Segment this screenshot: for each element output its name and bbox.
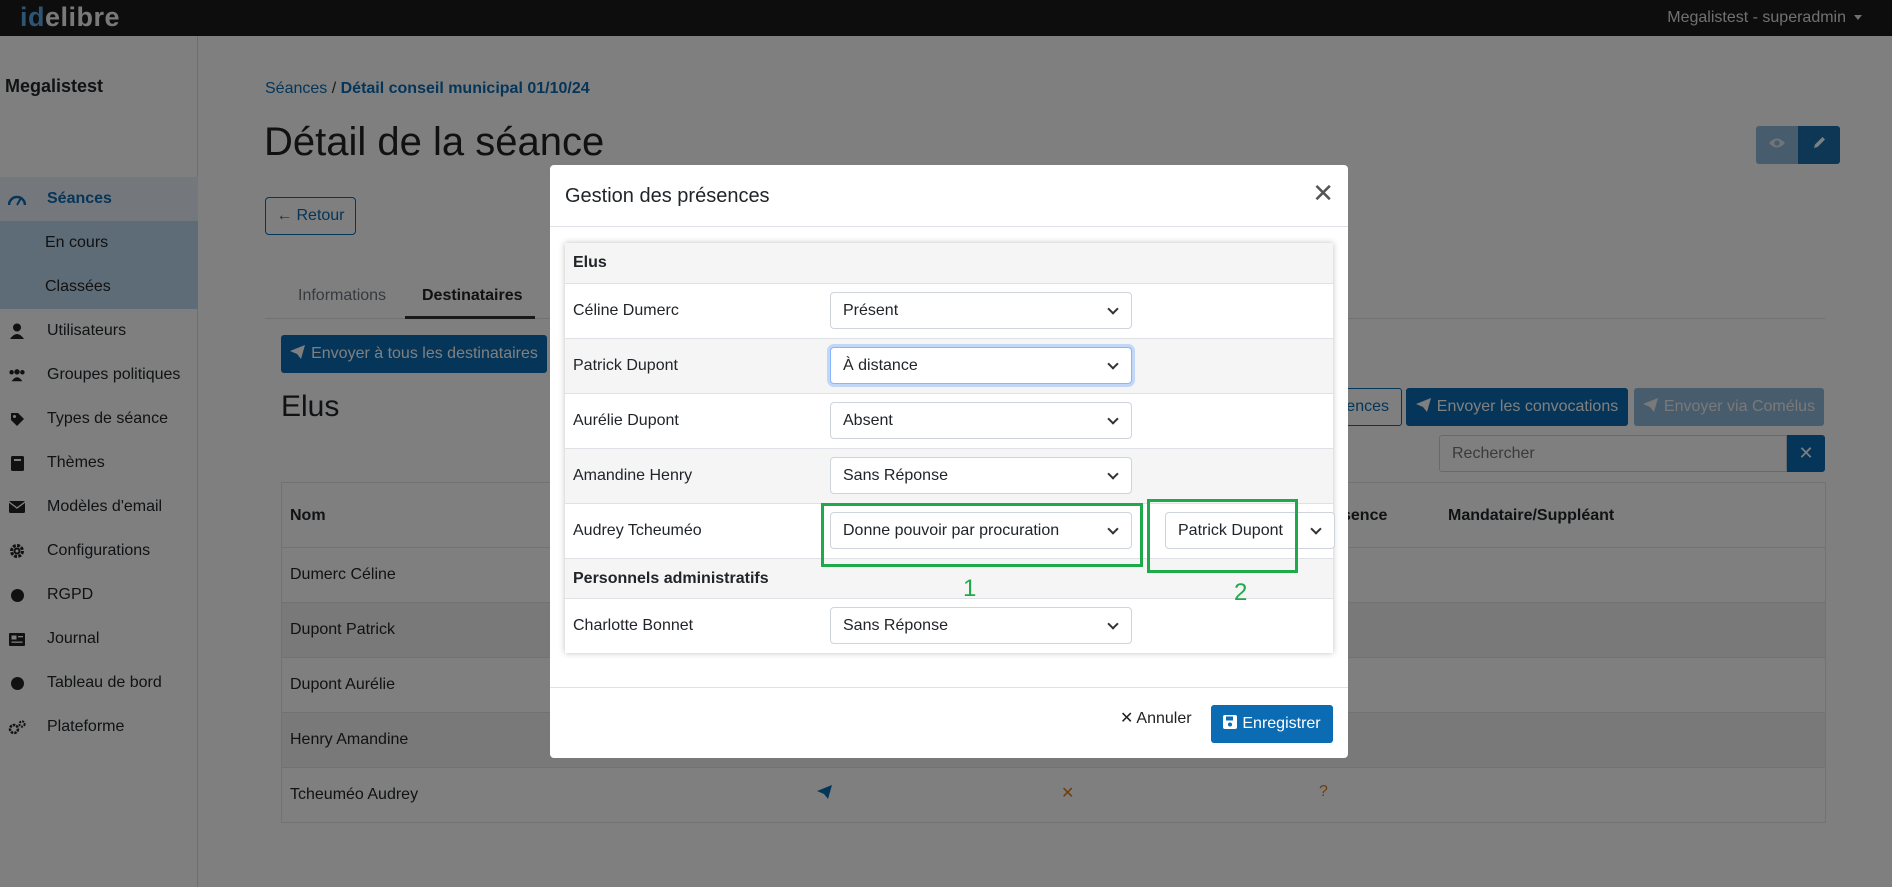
chevron-down-icon <box>1107 303 1119 315</box>
status-select[interactable]: Présent <box>830 292 1132 329</box>
attendee-row: Amandine Henry Sans Réponse <box>565 448 1333 503</box>
chevron-down-icon <box>1310 523 1322 535</box>
attendee-row: Patrick Dupont À distance <box>565 338 1333 393</box>
cancel-button[interactable]: ✕ Annuler <box>1120 708 1192 728</box>
status-select[interactable]: Absent <box>830 402 1132 439</box>
status-select[interactable]: À distance <box>830 347 1132 384</box>
annotation-box-1 <box>821 503 1143 567</box>
chevron-down-icon <box>1107 468 1119 480</box>
chevron-down-icon <box>1107 358 1119 370</box>
attendee-row: Aurélie Dupont Absent <box>565 393 1333 448</box>
presence-modal: Gestion des présences ✕ Elus Céline Dume… <box>550 165 1348 758</box>
close-icon: ✕ <box>1120 710 1134 727</box>
annotation-box-2 <box>1147 499 1298 573</box>
close-icon[interactable]: ✕ <box>1312 178 1334 209</box>
status-select[interactable]: Sans Réponse <box>830 457 1132 494</box>
modal-body: Elus Céline Dumerc Présent Patrick Dupon… <box>565 243 1335 653</box>
chevron-down-icon <box>1107 618 1119 630</box>
annotation-label-1: 1 <box>963 575 977 602</box>
attendee-row: Céline Dumerc Présent <box>565 283 1333 338</box>
chevron-down-icon <box>1107 413 1119 425</box>
annotation-label-2: 2 <box>1234 579 1248 606</box>
floppy-disk-icon <box>1223 714 1238 734</box>
modal-header: Gestion des présences ✕ <box>550 165 1348 227</box>
section-elus: Elus <box>565 243 1333 283</box>
status-select[interactable]: Sans Réponse <box>830 607 1132 644</box>
modal-footer: ✕ Annuler Enregistrer <box>550 687 1348 758</box>
modal-title: Gestion des présences <box>565 185 770 207</box>
attendee-row: Charlotte Bonnet Sans Réponse <box>565 598 1333 653</box>
save-button[interactable]: Enregistrer <box>1211 705 1333 743</box>
